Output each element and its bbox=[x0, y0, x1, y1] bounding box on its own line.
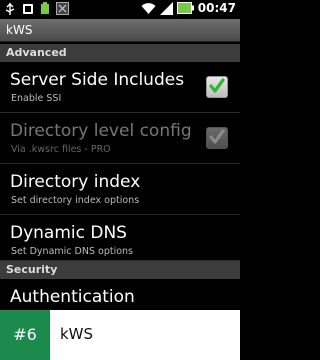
pref-title: Server Side Includes bbox=[10, 70, 185, 90]
pref-title: Directory level config bbox=[10, 121, 192, 141]
overlay-app-name: kWS bbox=[60, 325, 94, 343]
ssi-checkbox[interactable] bbox=[206, 76, 228, 98]
status-right-icons: 00:47 bbox=[141, 1, 236, 15]
section-header-advanced: Advanced bbox=[0, 44, 240, 62]
notification-icon bbox=[23, 3, 33, 14]
pref-title: Directory index bbox=[10, 172, 141, 192]
pref-directory-level-config: Directory level config Via .kwsrc files … bbox=[0, 113, 240, 164]
pref-summary: Enable SSI bbox=[11, 93, 62, 104]
pref-title: Dynamic DNS bbox=[10, 223, 127, 243]
status-left-icons bbox=[4, 2, 69, 15]
pref-summary: Set directory index options bbox=[11, 195, 140, 206]
usb-icon bbox=[5, 2, 15, 15]
clock: 00:47 bbox=[197, 1, 236, 15]
pref-summary: Set Dynamic DNS options bbox=[11, 246, 133, 257]
pref-directory-index[interactable]: Directory index Set directory index opti… bbox=[0, 164, 240, 215]
battery-icon bbox=[176, 2, 194, 14]
status-bar: 00:47 bbox=[0, 0, 240, 19]
section-header-security: Security bbox=[0, 261, 240, 279]
pref-server-side-includes[interactable]: Server Side Includes Enable SSI bbox=[0, 62, 240, 113]
battery-saver-icon bbox=[41, 2, 49, 14]
app-icon bbox=[56, 2, 69, 15]
app-title: kWS bbox=[6, 23, 33, 37]
pref-dynamic-dns[interactable]: Dynamic DNS Set Dynamic DNS options bbox=[0, 215, 240, 261]
rank-badge: #6 bbox=[0, 310, 50, 360]
signal-icon bbox=[159, 1, 173, 15]
app-title-bar: kWS bbox=[0, 19, 240, 42]
checkmark-icon bbox=[209, 78, 225, 93]
directory-config-checkbox bbox=[206, 127, 228, 149]
rank-label: #6 bbox=[13, 325, 37, 344]
section-title: Advanced bbox=[6, 46, 67, 59]
pref-title: Authentication bbox=[10, 287, 135, 307]
section-title: Security bbox=[6, 263, 58, 276]
pref-summary: Via .kwsrc files - PRO bbox=[11, 144, 111, 155]
wifi-icon bbox=[141, 2, 156, 14]
checkmark-icon bbox=[209, 129, 225, 144]
